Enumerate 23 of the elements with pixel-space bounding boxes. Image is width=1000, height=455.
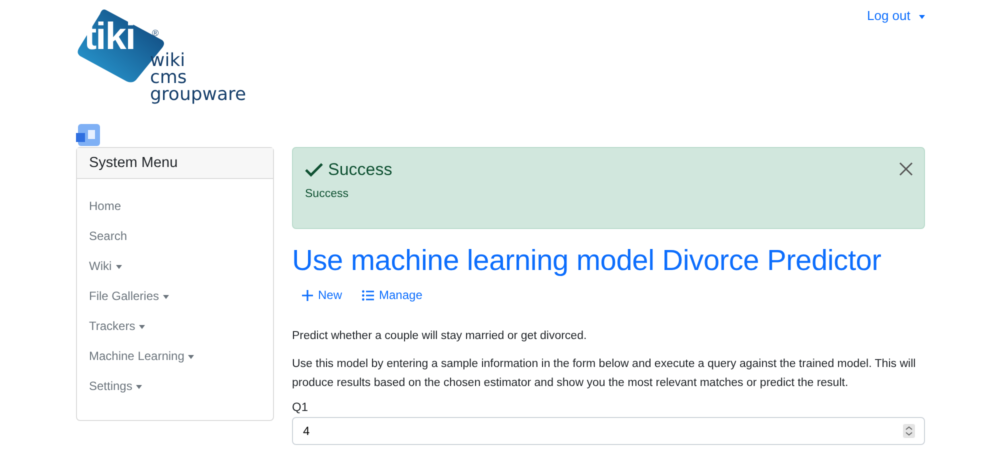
- menu-item[interactable]: Search: [89, 227, 261, 246]
- spinner-icon[interactable]: [903, 424, 915, 438]
- check-icon: [305, 163, 323, 177]
- number-input[interactable]: 4: [292, 417, 925, 445]
- new-link[interactable]: New: [302, 288, 342, 302]
- plus-icon: [302, 290, 313, 300]
- close-icon[interactable]: [899, 162, 913, 176]
- list-icon: [362, 290, 374, 300]
- menu-item[interactable]: Trackers: [89, 317, 261, 336]
- menu-item[interactable]: Settings: [89, 377, 261, 396]
- alert-message: Success: [305, 188, 350, 200]
- field-label: Q1: [292, 400, 310, 414]
- panel-title: System Menu: [77, 148, 273, 179]
- description-text: Use this model by entering a sample information in the form below and execute a query against the trained model. This will produce results based on the chosen estimator and show you the most relevant matches or predict the result.: [292, 357, 917, 391]
- menu-item[interactable]: Machine Learning: [89, 347, 261, 366]
- logout-menu[interactable]: Log out: [867, 8, 925, 24]
- manage-link[interactable]: Manage: [362, 288, 422, 302]
- menu-item[interactable]: Wiki: [89, 257, 261, 276]
- alert-title: Success: [328, 160, 392, 180]
- menu-item[interactable]: Home: [89, 197, 261, 216]
- page-title: Use machine learning model Divorce Predictor: [292, 245, 882, 278]
- menu-item[interactable]: File Galleries: [89, 287, 261, 306]
- description-text: Predict whether a couple will stay married or get divorced.: [292, 329, 588, 344]
